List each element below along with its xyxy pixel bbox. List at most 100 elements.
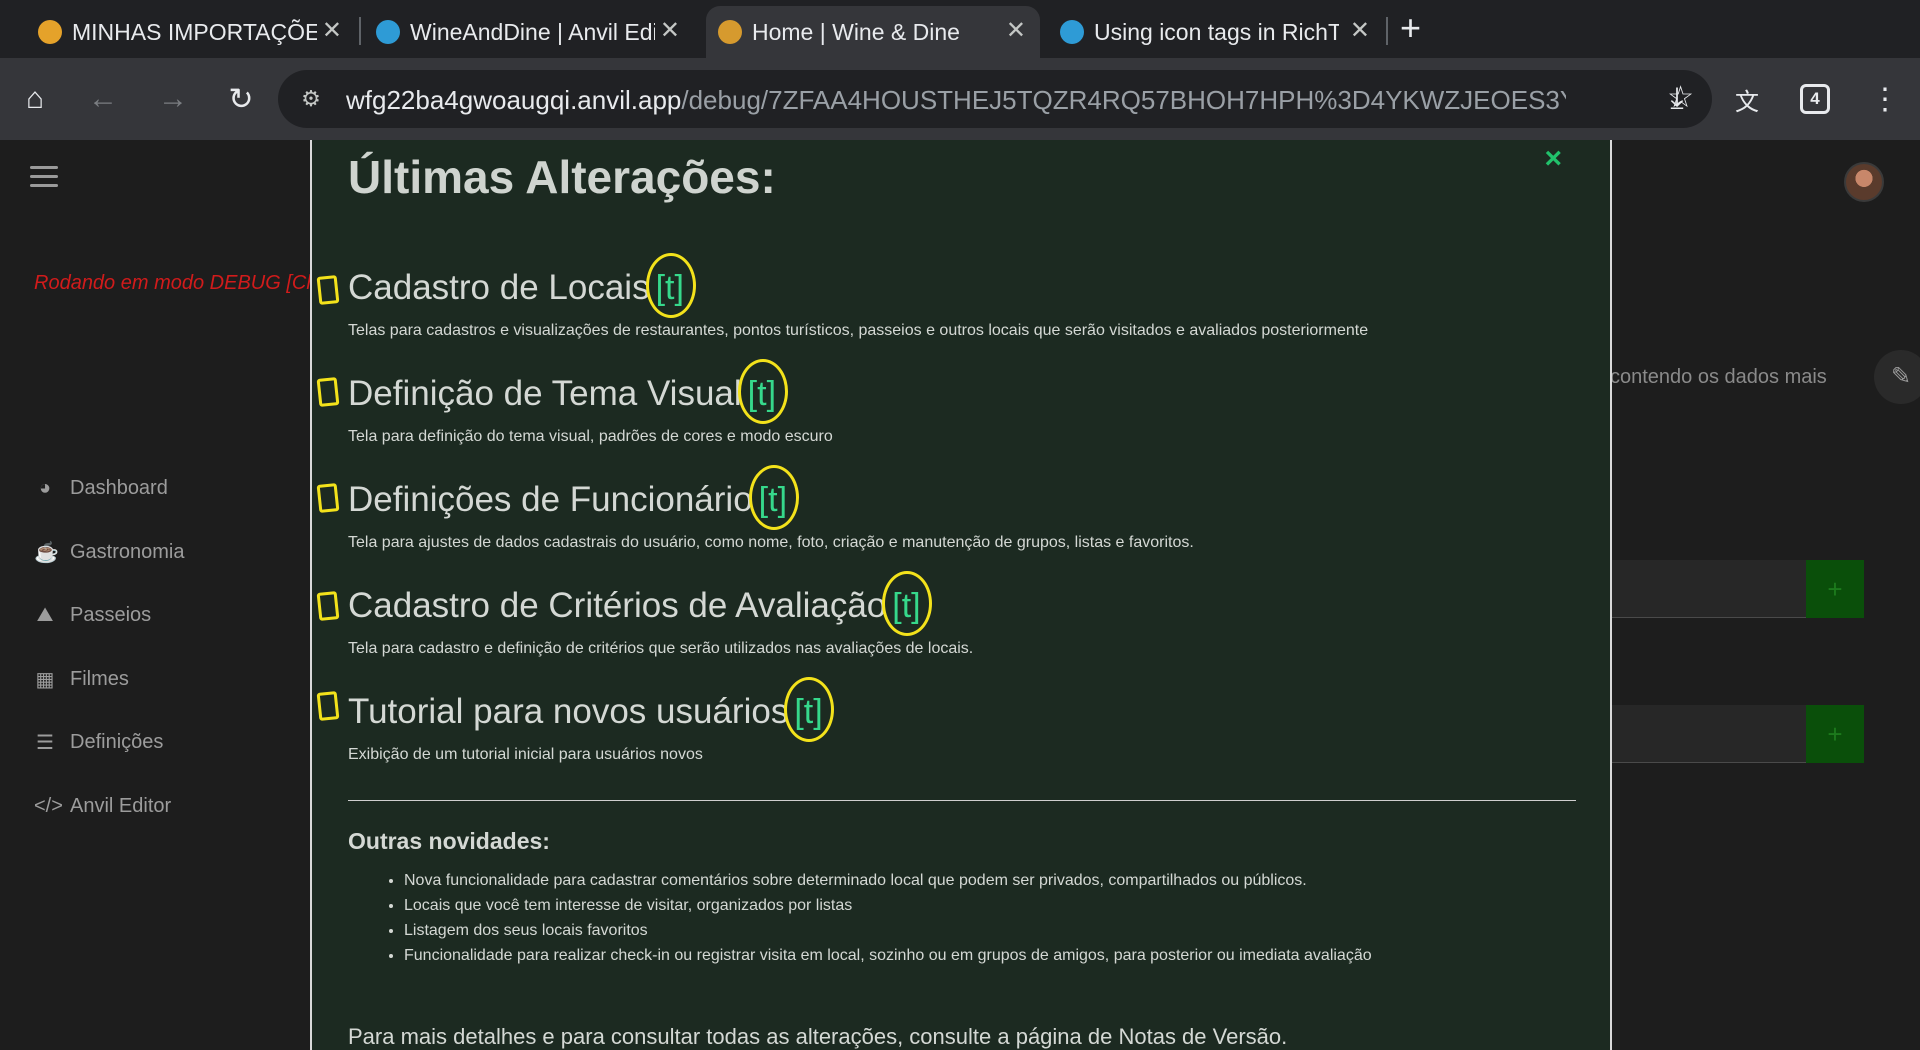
annotation-circle-mark — [748, 464, 799, 530]
edit-pencil-icon[interactable]: ✎ — [1874, 350, 1920, 404]
tab-close-icon[interactable]: ✕ — [1350, 19, 1370, 43]
list-item: Funcionalidade para realizar check-in ou… — [404, 947, 1372, 972]
feature-tag-link[interactable]: [t] — [645, 252, 696, 318]
sidebar-item-label: Filmes — [70, 667, 129, 690]
tab-favicon-icon — [1060, 20, 1084, 44]
url-text[interactable]: wfg22ba4gwoaugqi.anvil.app/debug/7ZFAA4H… — [346, 84, 1566, 116]
sidebar-item-filmes[interactable]: ▦ Filmes — [34, 659, 314, 699]
background-input[interactable] — [1610, 705, 1806, 763]
sidebar-item-label: Dashboard — [70, 476, 168, 499]
annotation-circle-mark — [882, 570, 933, 636]
tab-close-icon[interactable]: ✕ — [660, 19, 680, 43]
reload-icon[interactable]: ↻ — [218, 76, 264, 122]
sidebar-item-passeios[interactable]: ⛰ Passeios — [34, 595, 314, 635]
site-settings-icon[interactable]: ⚙ — [296, 84, 326, 114]
tab-favicon-icon — [718, 20, 742, 44]
background-content-text: contendo os dados mais — [1610, 366, 1827, 388]
feature-tag-link[interactable]: [t] — [748, 464, 799, 530]
code-icon: </> — [34, 794, 63, 817]
feature-title: Cadastro de Locais — [348, 268, 650, 307]
list-item: Nova funcionalidade para cadastrar comen… — [404, 872, 1372, 897]
back-icon[interactable]: ← — [80, 76, 126, 122]
browser-toolbar: ⌂ ← → ↻ ⚙ wfg22ba4gwoaugqi.anvil.app/deb… — [0, 58, 1920, 140]
annotation-checkbox-mark — [316, 275, 340, 305]
tab-close-icon[interactable]: ✕ — [1006, 19, 1026, 43]
sidebar-item-gastronomia[interactable]: ☕ Gastronomia — [34, 532, 314, 572]
feature-description: Telas para cadastros e visualizações de … — [348, 322, 1369, 339]
feature-title: Cadastro de Critérios de Avaliação — [348, 586, 887, 625]
sidebar-item-label: Definições — [70, 730, 164, 753]
sidebar-item-label: Gastronomia — [70, 540, 185, 563]
feature-tag-link[interactable]: [t] — [882, 570, 933, 636]
background-input[interactable] — [1610, 560, 1806, 618]
annotation-checkbox-mark — [316, 691, 340, 721]
annotation-checkbox-mark — [316, 483, 340, 513]
feature-item: Definição de Tema Visual [t] Tela para d… — [348, 358, 1588, 446]
palette-icon: ◕ — [38, 476, 52, 499]
sidebar-item-dashboard[interactable]: ◕ Dashboard — [34, 468, 314, 508]
sidebar-item-anvil-editor[interactable]: </> Anvil Editor — [34, 786, 314, 826]
browser-tab-bar: MINHAS IMPORTAÇÕES ✕ WineAndDine | Anvil… — [0, 0, 1920, 58]
feature-item: Tutorial para novos usuários [t] Exibiçã… — [348, 676, 1588, 764]
browser-tab[interactable]: WineAndDine | Anvil Editor ✕ — [364, 6, 694, 58]
annotation-circle-mark — [645, 252, 696, 318]
feature-item: Cadastro de Critérios de Avaliação [t] T… — [348, 570, 1588, 658]
divider — [348, 800, 1576, 801]
feature-description: Tela para ajustes de dados cadastrais do… — [348, 534, 1194, 551]
feature-description: Tela para definição do tema visual, padr… — [348, 428, 833, 445]
other-news-heading: Outras novidades: — [348, 828, 550, 854]
sidebar-item-label: Passeios — [70, 603, 152, 626]
modal-title: Últimas Alterações: — [348, 151, 776, 203]
annotation-checkbox-mark — [316, 377, 340, 407]
feature-tag-link[interactable]: [t] — [737, 358, 788, 424]
address-bar[interactable]: ⚙ wfg22ba4gwoaugqi.anvil.app/debug/7ZFAA… — [278, 70, 1712, 128]
sidebar-item-label: Anvil Editor — [70, 794, 172, 817]
feature-title: Tutorial para novos usuários — [348, 692, 789, 731]
tab-separator — [1386, 17, 1388, 45]
debug-mode-label: Rodando em modo DEBUG [Ch — [34, 272, 312, 294]
film-icon: ▦ — [35, 668, 55, 691]
url-path: /debug/7ZFAA4HOUSTHEJ5TQZR4RQ57BHOH7HPH%… — [681, 85, 1566, 115]
add-button[interactable]: + — [1806, 560, 1864, 618]
download-icon[interactable]: ⤓ — [1654, 76, 1700, 122]
new-tab-button[interactable]: + — [1400, 10, 1421, 46]
other-news-list: Nova funcionalidade para cadastrar comen… — [404, 872, 1372, 972]
translate-icon[interactable]: 文 — [1724, 76, 1770, 122]
close-icon[interactable]: × — [1544, 142, 1562, 176]
home-icon[interactable]: ⌂ — [12, 76, 58, 122]
feature-tag-link[interactable]: [t] — [784, 676, 835, 742]
feature-title: Definições de Funcionário — [348, 480, 753, 519]
feature-item: Definições de Funcionário [t] Tela para … — [348, 464, 1588, 552]
list-item: Locais que você tem interesse de visitar… — [404, 897, 1372, 922]
feature-item: Cadastro de Locais [t] Telas para cadast… — [348, 252, 1588, 340]
browser-tab[interactable]: Using icon tags in RichText ✕ — [1048, 6, 1384, 58]
tab-title: Home | Wine & Dine — [752, 18, 960, 45]
feature-description: Exibição de um tutorial inicial para usu… — [348, 746, 703, 763]
sidebar-item-definicoes[interactable]: ☰ Definições — [34, 722, 314, 762]
avatar[interactable] — [1844, 162, 1884, 202]
tab-favicon-icon — [376, 20, 400, 44]
menu-kebab-icon[interactable]: ⋮ — [1862, 76, 1908, 122]
browser-tab-active[interactable]: Home | Wine & Dine ✕ — [706, 6, 1040, 58]
release-notes-modal: × Últimas Alterações: Cadastro de Locais… — [310, 140, 1612, 1050]
release-notes-footer: Para mais detalhes e para consultar toda… — [348, 1024, 1288, 1049]
annotation-circle-mark — [784, 676, 835, 742]
feature-description: Tela para cadastro e definição de critér… — [348, 640, 974, 657]
tab-title: WineAndDine | Anvil Editor — [410, 18, 655, 45]
annotation-checkbox-mark — [316, 591, 340, 621]
tab-count-icon[interactable]: 4 — [1800, 84, 1830, 114]
annotation-circle-mark — [737, 358, 788, 424]
sliders-icon: ☰ — [36, 731, 54, 754]
browser-tab[interactable]: MINHAS IMPORTAÇÕES ✕ — [26, 6, 356, 58]
tab-title: Using icon tags in RichText — [1094, 18, 1339, 45]
url-host: wfg22ba4gwoaugqi.anvil.app — [346, 85, 682, 115]
add-button[interactable]: + — [1806, 705, 1864, 763]
coffee-icon: ☕ — [34, 541, 59, 564]
tab-title: MINHAS IMPORTAÇÕES — [72, 18, 317, 45]
tab-close-icon[interactable]: ✕ — [322, 19, 342, 43]
tab-favicon-icon — [38, 20, 62, 44]
hamburger-menu-icon[interactable] — [30, 166, 58, 188]
landmark-icon: ⛰ — [36, 603, 54, 626]
feature-title: Definição de Tema Visual — [348, 374, 742, 413]
forward-icon[interactable]: → — [150, 76, 196, 122]
